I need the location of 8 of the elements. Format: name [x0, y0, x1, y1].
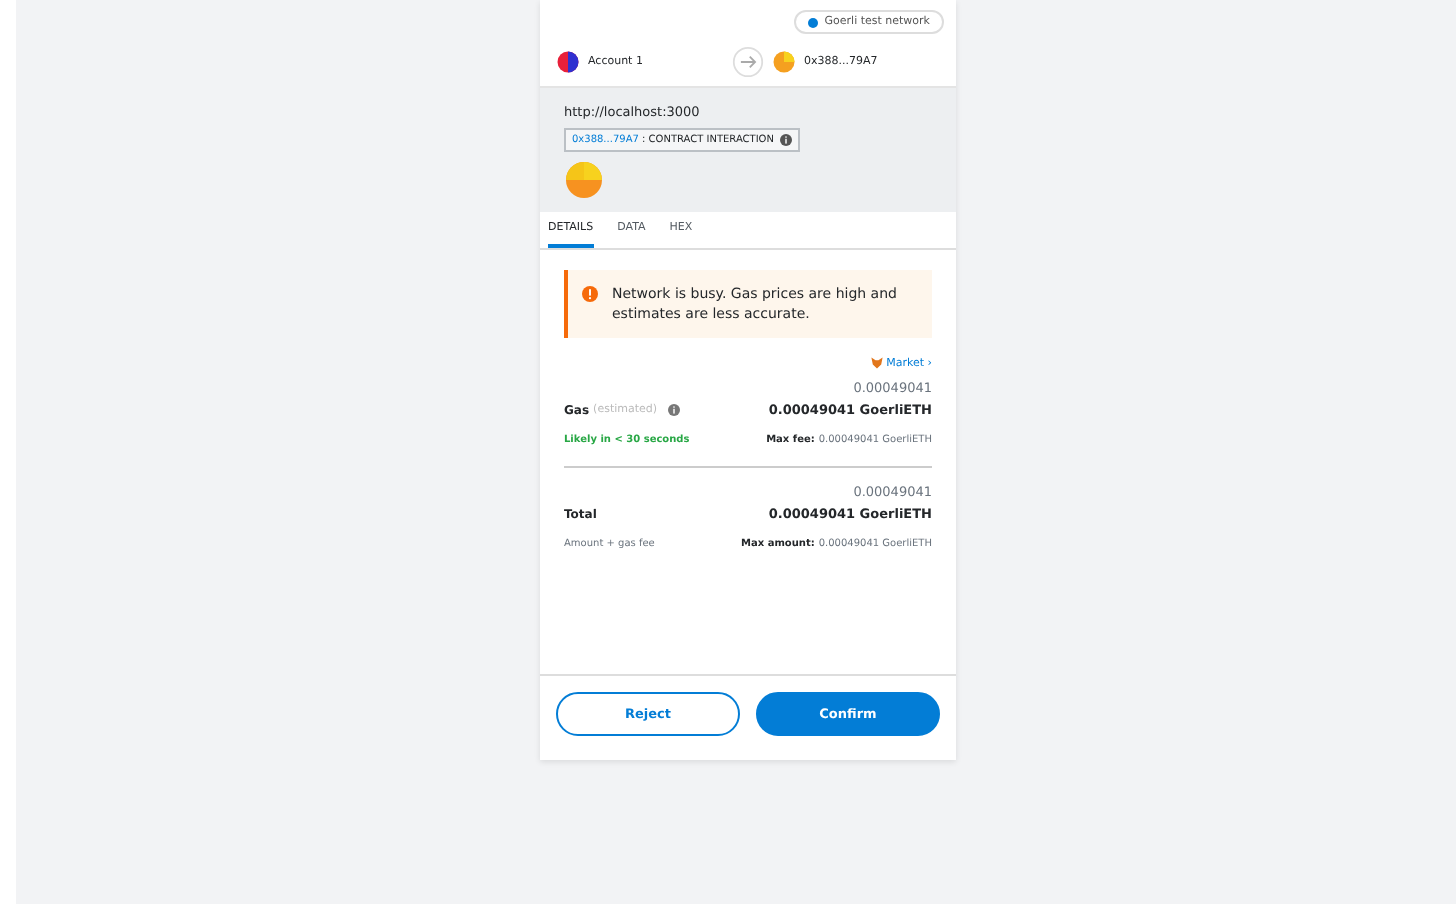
fox-icon: [870, 356, 885, 370]
contract-avatar-icon: [564, 160, 604, 200]
info-icon: [779, 134, 792, 146]
arrow-right-icon: [732, 46, 764, 78]
warning-icon: [582, 286, 598, 302]
avatar-icon: [772, 50, 796, 74]
info-icon: [667, 404, 680, 416]
avatar-icon: [556, 50, 580, 74]
